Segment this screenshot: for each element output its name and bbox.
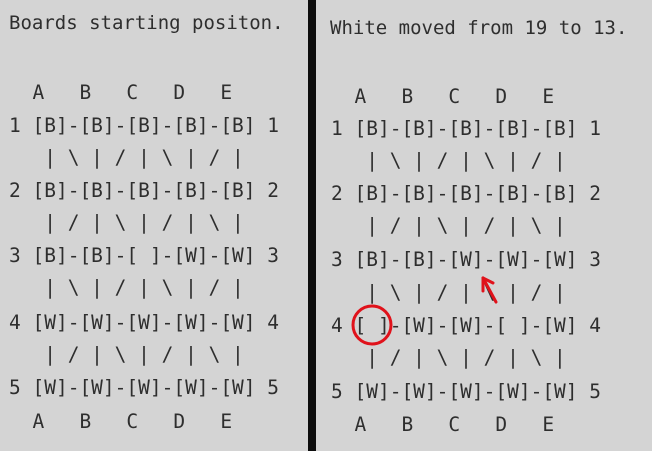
right-column-header-bottom: A B C D E <box>331 413 555 436</box>
right-column-header-top: A B C D E <box>331 85 555 108</box>
left-row-4: 4 [W]-[W]-[W]-[W]-[W] 4 <box>9 311 280 334</box>
screenshot-frame: Boards starting positon. A B C D E 1 [B]… <box>0 0 652 451</box>
left-column-header-top: A B C D E <box>9 81 233 104</box>
left-links-3-4: | \ | / | \ | / | <box>9 276 244 299</box>
left-links-1-2: | \ | / | \ | / | <box>9 146 244 169</box>
right-links-2-3: | / | \ | / | \ | <box>331 214 566 237</box>
right-row-3: 3 [B]-[B]-[W]-[W]-[W] 3 <box>331 248 602 271</box>
right-row-2: 2 [B]-[B]-[B]-[B]-[B] 2 <box>331 182 602 205</box>
right-row-5: 5 [W]-[W]-[W]-[W]-[W] 5 <box>331 380 602 403</box>
left-row-1: 1 [B]-[B]-[B]-[B]-[B] 1 <box>9 114 280 137</box>
right-links-4-5: | / | \ | / | \ | <box>331 346 566 369</box>
left-board-panel: Boards starting positon. A B C D E 1 [B]… <box>0 0 308 451</box>
left-links-2-3: | / | \ | / | \ | <box>9 211 244 234</box>
left-row-2: 2 [B]-[B]-[B]-[B]-[B] 2 <box>9 179 280 202</box>
left-links-4-5: | / | \ | / | \ | <box>9 343 244 366</box>
left-row-5: 5 [W]-[W]-[W]-[W]-[W] 5 <box>9 376 280 399</box>
panel-divider <box>308 0 316 451</box>
right-links-1-2: | \ | / | \ | / | <box>331 149 566 172</box>
left-board-title: Boards starting positon. <box>9 12 284 34</box>
right-row-1: 1 [B]-[B]-[B]-[B]-[B] 1 <box>331 117 602 140</box>
right-board-panel: White moved from 19 to 13. A B C D E 1 [… <box>316 0 652 451</box>
left-row-3: 3 [B]-[B]-[ ]-[W]-[W] 3 <box>9 244 280 267</box>
right-board-title: White moved from 19 to 13. <box>330 17 628 39</box>
left-column-header-bottom: A B C D E <box>9 410 233 433</box>
right-row-4: 4 [ ]-[W]-[W]-[ ]-[W] 4 <box>331 314 602 337</box>
right-links-3-4: | \ | / | \ | / | <box>331 281 566 304</box>
